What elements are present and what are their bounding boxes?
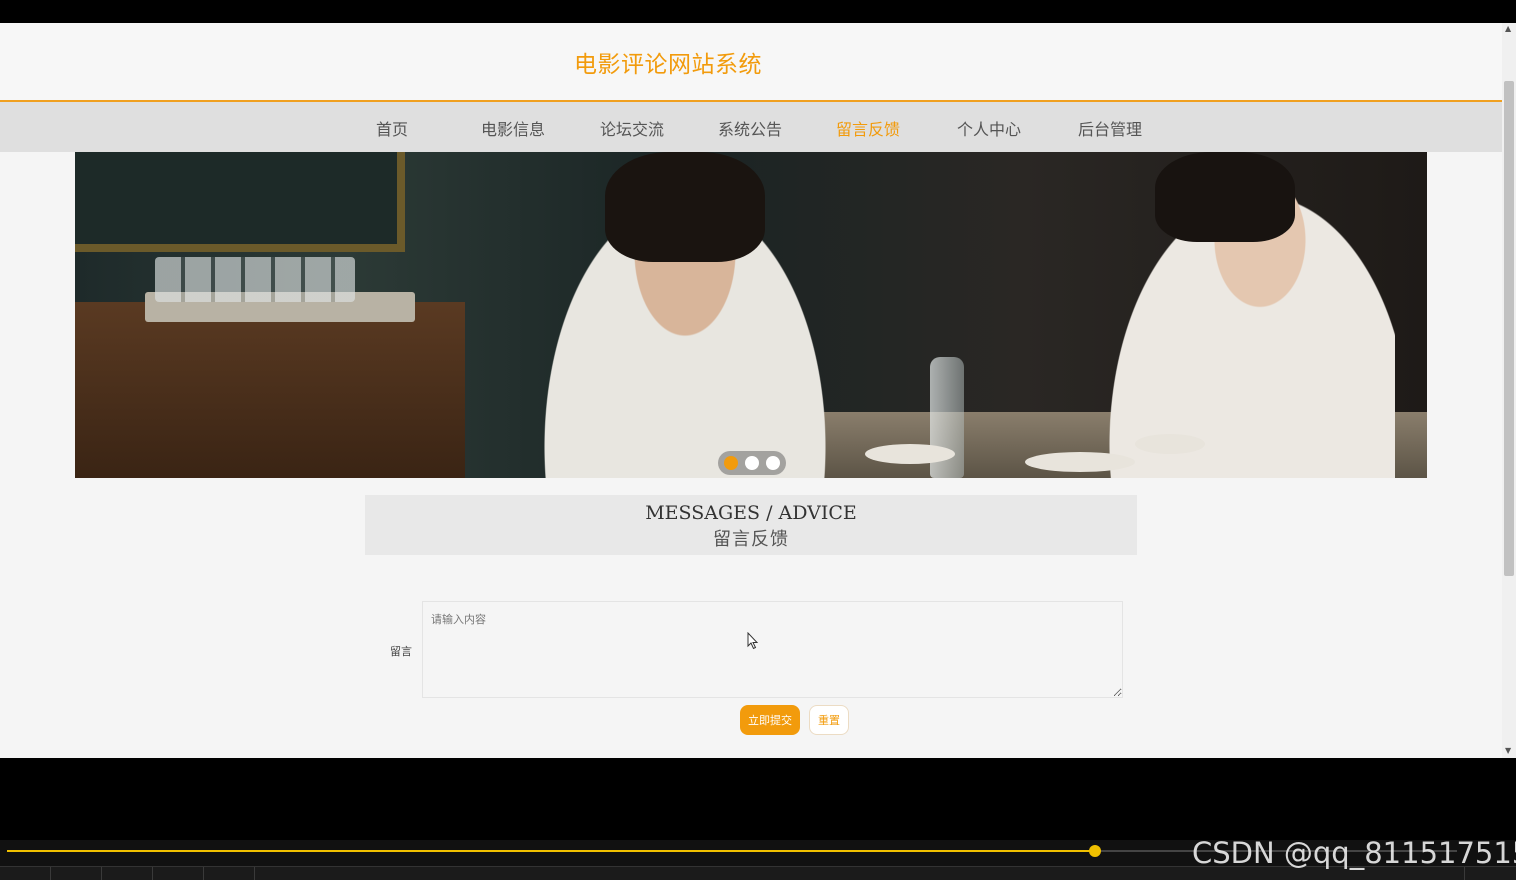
main-nav: 首页 电影信息 论坛交流 系统公告 留言反馈 个人中心 后台管理 [0, 102, 1502, 152]
control-divider [101, 867, 102, 880]
section-title-en: MESSAGES / ADVICE [645, 502, 857, 524]
section-title: MESSAGES / ADVICE 留言反馈 [365, 495, 1137, 555]
scroll-thumb[interactable] [1504, 81, 1514, 576]
browser-viewport: 电影评论网站系统 首页 电影信息 论坛交流 系统公告 留言反馈 个人中心 后台管… [0, 23, 1516, 758]
nav-item-profile[interactable]: 个人中心 [957, 116, 1021, 140]
message-input[interactable] [422, 601, 1123, 698]
banner-hair-right [1155, 152, 1295, 242]
site-title: 电影评论网站系统 [574, 52, 762, 78]
banner-glasses [155, 257, 355, 302]
carousel-dots [718, 451, 786, 475]
control-divider [203, 867, 204, 880]
message-label: 留言 [390, 645, 412, 658]
scroll-down-icon[interactable]: ▼ [1505, 746, 1511, 755]
banner-hair-left [605, 152, 765, 262]
site-header: 电影评论网站系统 [0, 23, 1502, 102]
nav-item-movies[interactable]: 电影信息 [481, 116, 545, 140]
progress-knob[interactable] [1088, 845, 1101, 857]
carousel-dot-1[interactable] [724, 456, 738, 470]
nav-item-announcements[interactable]: 系统公告 [718, 116, 782, 140]
nav-item-admin[interactable]: 后台管理 [1078, 116, 1142, 140]
control-divider [50, 867, 51, 880]
nav-item-feedback[interactable]: 留言反馈 [836, 116, 900, 140]
submit-button[interactable]: 立即提交 [740, 705, 800, 735]
control-divider [152, 867, 153, 880]
banner-cabinet [75, 302, 465, 478]
banner-plate [865, 444, 955, 464]
section-title-cn: 留言反馈 [713, 529, 789, 550]
carousel-dot-3[interactable] [766, 456, 780, 470]
banner-mirror [75, 152, 405, 252]
banner-carousel[interactable] [75, 152, 1427, 478]
page-scrollbar[interactable]: ▲ ▼ [1502, 23, 1516, 758]
scroll-up-icon[interactable]: ▲ [1505, 24, 1511, 33]
progress-fill [7, 850, 1095, 852]
banner-plate [1025, 452, 1135, 472]
carousel-dot-2[interactable] [745, 456, 759, 470]
banner-plate [1135, 434, 1205, 454]
nav-item-home[interactable]: 首页 [376, 116, 408, 140]
watermark: CSDN @qq_811517515 [1192, 836, 1516, 870]
reset-button[interactable]: 重置 [809, 705, 849, 735]
screen: 电影评论网站系统 首页 电影信息 论坛交流 系统公告 留言反馈 个人中心 后台管… [0, 0, 1516, 880]
control-divider [254, 867, 255, 880]
mouse-cursor-icon [747, 632, 759, 650]
nav-item-forum[interactable]: 论坛交流 [600, 116, 664, 140]
